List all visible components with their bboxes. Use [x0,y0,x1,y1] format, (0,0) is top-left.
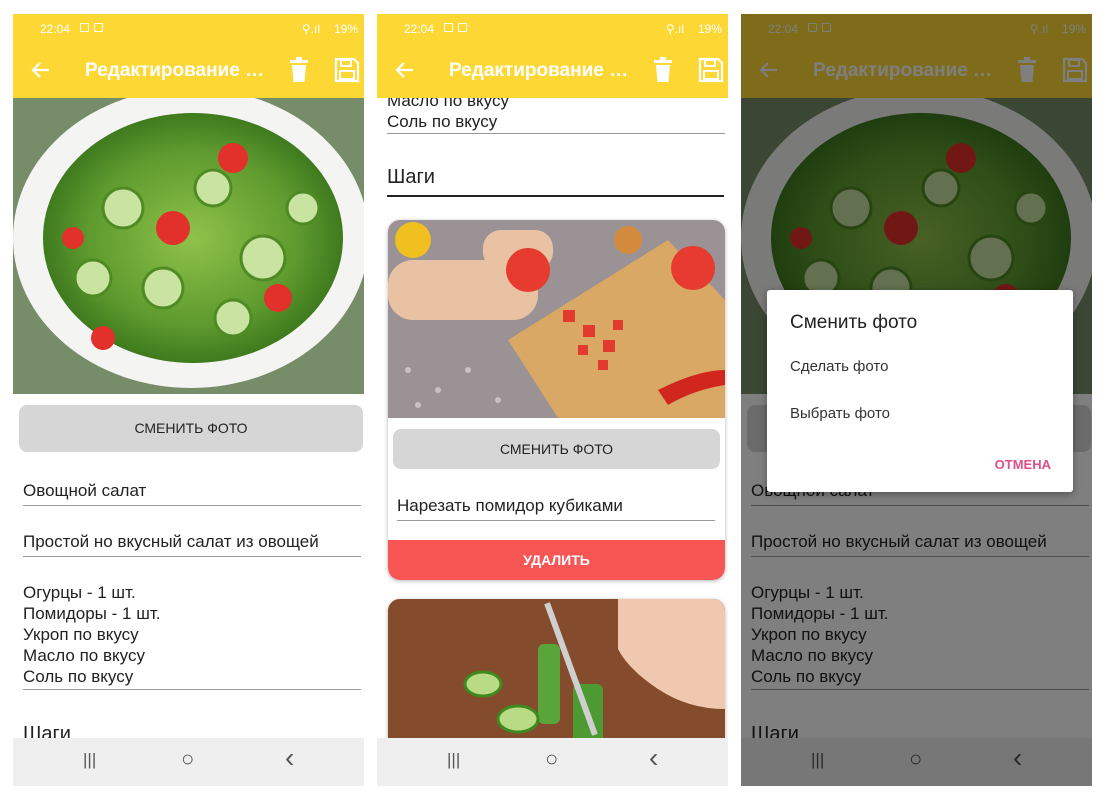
battery-level: 19% [333,22,358,36]
notification-icon [80,23,89,32]
delete-step-button[interactable]: УДАЛИТЬ [388,540,725,580]
change-photo-dialog: Сменить фото Сделать фото Выбрать фото О… [767,290,1073,492]
step-change-photo-button[interactable]: СМЕНИТЬ ФОТО [393,429,720,469]
recents-nav-icon[interactable]: ||| [447,750,460,770]
recipe-name-field[interactable]: Овощной салат [23,481,361,506]
take-photo-option[interactable]: Сделать фото [790,358,888,375]
ingredient-line: Помидоры - 1 шт. [23,604,161,623]
ingredients-field-tail[interactable]: Масло по вкусу Соль по вкусу [387,91,725,134]
dialog-title: Сменить фото [790,312,918,333]
gallery-notification-icon [94,23,103,32]
choose-photo-option[interactable]: Выбрать фото [790,405,890,422]
recipe-photo [13,98,364,394]
status-bar: 22:04 ⚲.ıl 19% [377,14,728,44]
ingredient-line: Масло по вкусу [23,646,145,665]
phone-screen-dialog: 22:04 ⚲.ıl 19% Редактирование рецепта СМ… [741,14,1092,786]
ingredients-field[interactable]: Огурцы - 1 шт. Помидоры - 1 шт. Укроп по… [23,582,361,690]
recents-nav-icon[interactable]: ||| [83,750,96,770]
trash-icon[interactable] [651,57,675,83]
notification-icon [444,23,453,32]
signal-icon: ⚲.ıl [301,22,320,36]
recipe-description-field[interactable]: Простой но вкусный салат из овощей [23,532,361,557]
save-icon[interactable] [334,57,360,83]
change-photo-button[interactable]: СМЕНИТЬ ФОТО [19,405,363,452]
ingredient-line: Соль по вкусу [387,112,498,131]
step-text-field[interactable]: Нарезать помидор кубиками [397,496,715,521]
page-title: Редактирование рецепта [85,60,271,81]
ingredient-line: Огурцы - 1 шт. [23,583,136,602]
app-bar: Редактирование рецепта [377,44,728,98]
status-time: 22:04 [404,22,435,36]
step-photo [388,220,725,418]
dialog-cancel-button[interactable]: ОТМЕНА [995,457,1051,472]
signal-icon: ⚲.ıl [665,22,684,36]
arrow-left-icon[interactable] [393,58,417,82]
steps-header: Шаги [387,166,724,197]
trash-icon[interactable] [287,57,311,83]
system-nav-bar: ||| ○ ‹ [13,738,364,786]
system-nav-bar: ||| ○ ‹ [377,738,728,786]
phone-screen-edit: 22:04 ⚲.ıl 19% Редактирование рецепта СМ… [13,14,364,786]
home-nav-icon[interactable]: ○ [545,746,558,772]
battery-level: 19% [697,22,722,36]
back-nav-icon[interactable]: ‹ [649,742,658,774]
ingredient-line: Соль по вкусу [23,667,134,686]
arrow-left-icon[interactable] [29,58,53,82]
app-bar: Редактирование рецепта [13,44,364,98]
gallery-notification-icon [458,23,467,32]
page-title: Редактирование рецепта [449,60,635,81]
save-icon[interactable] [698,57,724,83]
status-time: 22:04 [40,22,71,36]
ingredient-line: Укроп по вкусу [23,625,139,644]
status-bar: 22:04 ⚲.ıl 19% [13,14,364,44]
step-card: СМЕНИТЬ ФОТО Нарезать помидор кубиками У… [388,220,725,580]
home-nav-icon[interactable]: ○ [181,746,194,772]
phone-screen-steps: Масло по вкусу Соль по вкусу 22:04 ⚲.ıl … [377,14,728,786]
back-nav-icon[interactable]: ‹ [285,742,294,774]
